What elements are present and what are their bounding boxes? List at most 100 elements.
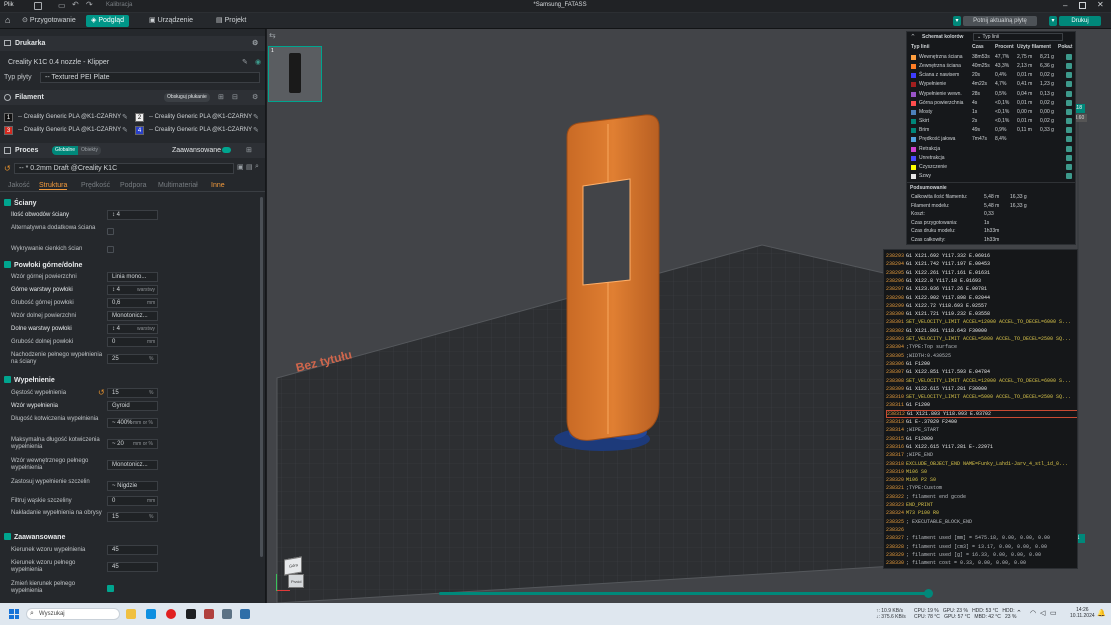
gcode-line[interactable]: 238311 G1 F1200 <box>886 401 1077 409</box>
gcode-line[interactable]: 238300 G1 X121.721 Y119.232 E.03558 <box>886 310 1077 318</box>
redo-icon[interactable]: ↷ <box>86 0 93 9</box>
gcode-line[interactable]: 238296 G1 X122.8 Y117.18 E.01693 <box>886 277 1077 285</box>
slice-plate-button[interactable]: Potnij aktualną płytę <box>963 16 1037 26</box>
home-icon[interactable]: ⌂ <box>5 16 10 25</box>
filament-section-header[interactable]: Filament Obsługuj płukanie ⊞ ⊟ ⚙ <box>0 90 265 105</box>
legend-row[interactable]: Ściana z nawisem 20s 0,4% 0,01 m 0,02 g <box>909 71 1075 80</box>
app-icon-3[interactable] <box>222 609 232 619</box>
calibration-menu[interactable]: Kalibracja <box>106 2 132 8</box>
filament-slot-2[interactable]: 2 -- Creality Generic PLA @K1-CZARNY ✎ <box>135 113 259 123</box>
wifi-icon[interactable]: ◠ <box>1030 610 1036 617</box>
legend-row[interactable]: Wypełnienie wewn. 28s 0,5% 0,04 m 0,13 g <box>909 90 1075 99</box>
infill-direction-input[interactable]: 45 <box>107 545 158 555</box>
bottom-pattern-select[interactable]: Monotonicz... <box>107 311 158 321</box>
show-checkbox[interactable] <box>1066 172 1072 179</box>
file-menu[interactable]: Plik <box>4 2 14 8</box>
wall-loops-input[interactable]: ↕ 4 <box>107 210 158 220</box>
minimize-button[interactable]: – <box>1063 1 1067 10</box>
file-explorer-icon[interactable] <box>126 609 136 619</box>
legend-row[interactable]: Czyszczenie <box>909 163 1075 172</box>
filament-color-swatch[interactable]: 1 <box>4 113 13 122</box>
orca-slicer-icon[interactable] <box>240 609 250 619</box>
gcode-line[interactable]: 238294 G1 X121.742 Y117.197 E.00453 <box>886 260 1077 268</box>
show-checkbox[interactable] <box>1066 72 1072 79</box>
view-cube[interactable]: Góra Przód <box>276 554 310 594</box>
subtab-others[interactable]: Inne <box>211 182 225 189</box>
gcode-line[interactable]: 238325; EXECUTABLE_BLOCK_END <box>886 518 1077 526</box>
edit-filament-icon[interactable]: ✎ <box>122 113 128 121</box>
legend-row[interactable]: Szwy <box>909 172 1075 181</box>
opera-icon[interactable] <box>166 609 176 619</box>
filament-color-swatch[interactable]: 4 <box>135 126 144 135</box>
edit-filament-icon[interactable]: ✎ <box>122 126 128 134</box>
show-checkbox[interactable] <box>1066 54 1072 60</box>
subtab-multimaterial[interactable]: Multimateriał <box>158 182 198 189</box>
filament-settings-icon[interactable]: ⚙ <box>252 90 258 105</box>
solid-infill-direction-input[interactable]: 45 <box>107 562 158 572</box>
gcode-line[interactable]: 238314 ;WIPE_START <box>886 426 1077 434</box>
subtab-strength[interactable]: Struktura <box>39 182 68 190</box>
close-button[interactable]: ✕ <box>1097 0 1104 9</box>
gcode-line[interactable]: 238306 G1 F1200 <box>886 360 1077 368</box>
move-slider[interactable] <box>439 592 927 595</box>
printer-section-header[interactable]: Drukarka ⚙ <box>0 36 265 51</box>
edit-filament-icon[interactable]: ✎ <box>253 126 259 134</box>
infill-pattern-select[interactable]: Gyroid <box>107 401 158 411</box>
gcode-line[interactable]: 238298 G1 X122.902 Y117.898 E.02044 <box>886 294 1077 302</box>
windows-start-icon[interactable] <box>9 609 19 619</box>
slice-options-button[interactable]: ▾ <box>953 16 961 26</box>
print-button[interactable]: Drukuj <box>1059 16 1101 26</box>
view-front[interactable]: Przód <box>288 574 304 588</box>
gcode-line[interactable]: 238319 M106 S0 <box>886 468 1077 476</box>
taskbar-search[interactable]: ⌕ Wyszukaj <box>26 608 120 620</box>
process-settings-icon[interactable]: ⊞ <box>246 143 252 158</box>
gcode-line[interactable]: 238330; filament cost = 0.33, 0.00, 0.00… <box>886 559 1077 567</box>
toggle-thumbnail-icon[interactable]: ⇆ <box>269 31 276 40</box>
global-toggle[interactable]: Globalne <box>52 146 79 155</box>
filament-color-swatch[interactable]: 3 <box>4 126 13 135</box>
tab-project[interactable]: ▤ Projekt <box>211 15 251 27</box>
show-checkbox[interactable] <box>1066 90 1072 97</box>
gcode-line[interactable]: 238304 ;TYPE:Top surface <box>886 343 1077 351</box>
gcode-line[interactable]: 238293 G1 X121.692 Y117.332 E.06016 <box>886 252 1077 260</box>
show-checkbox[interactable] <box>1066 127 1072 134</box>
reset-icon[interactable]: ↺ <box>4 164 11 173</box>
rotate-solid-infill-checkbox[interactable] <box>107 585 114 592</box>
legend-row[interactable]: Skirt 2s <0,1% 0,01 m 0,02 g <box>909 117 1075 126</box>
gcode-line[interactable]: 238310 SET_VELOCITY_LIMIT ACCEL=5000 ACCE… <box>886 393 1077 401</box>
advanced-toggle[interactable] <box>222 147 231 153</box>
search-icon[interactable]: ⌕ <box>255 163 259 171</box>
legend-type-select[interactable]: ⌄ Typ linii <box>973 33 1063 41</box>
legend-row[interactable]: Zewnętrzna ściana 40m25s 43,3% 2,13 m 6,36 g <box>909 62 1075 71</box>
gcode-line[interactable]: 238309 G1 X122.615 Y117.281 F30000 <box>886 385 1077 393</box>
alternate-wall-checkbox[interactable] <box>107 228 114 235</box>
plate-thumbnail[interactable]: 1 <box>268 46 322 102</box>
volume-icon[interactable]: ◁ <box>1040 610 1045 617</box>
subtab-quality[interactable]: Jakość <box>8 182 30 189</box>
gcode-line[interactable]: 238316 G1 X122.615 Y117.281 E-.22971 <box>886 443 1077 451</box>
gcode-line[interactable]: 238327; filament used [mm] = 5475.18, 0.… <box>886 534 1077 542</box>
gcode-line[interactable]: 238315 G1 F12000 <box>886 435 1077 443</box>
plate-type-select[interactable]: -- Textured PEI Plate <box>40 72 260 83</box>
app-icon[interactable] <box>186 609 196 619</box>
gcode-line[interactable]: 238312 G1 X121.803 Y118.093 E.03702 <box>886 409 1077 418</box>
notification-icon[interactable]: 🔔 <box>1097 610 1106 617</box>
printer-select[interactable]: Creality K1C 0.4 nozzle - Klipper <box>4 58 250 69</box>
gcode-line[interactable]: 238318 EXCLUDE_OBJECT_END NAME=Funky_Lahd… <box>886 460 1077 468</box>
gcode-line[interactable]: 238295 G1 X122.261 Y117.161 E.01631 <box>886 269 1077 277</box>
gcode-line[interactable]: 238299 G1 X122.72 Y118.693 E.02557 <box>886 302 1077 310</box>
gcode-line[interactable]: 238305 ;WIDTH:0.430525 <box>886 352 1077 360</box>
sidebar-scrollbar[interactable] <box>260 197 263 557</box>
maximize-button[interactable] <box>1079 2 1086 9</box>
tab-prepare[interactable]: ⊙ Przygotowanie <box>17 15 81 27</box>
tab-device[interactable]: ▣ Urządzenie <box>144 15 198 27</box>
legend-row[interactable]: Prędkość jałowa 7m47s 8,4% <box>909 135 1075 144</box>
gcode-line[interactable]: 238302 G1 X121.801 Y118.643 F30000 <box>886 327 1077 335</box>
tab-preview[interactable]: ◈ Podgląd <box>86 15 130 27</box>
gcode-line[interactable]: 238303 SET_VELOCITY_LIMIT ACCEL=5000 ACCE… <box>886 335 1077 343</box>
collapse-icon[interactable]: ⌃ <box>910 33 916 41</box>
print-options-button[interactable]: ▾ <box>1049 16 1057 26</box>
gcode-line[interactable]: 238328; filament used [cm3] = 13.17, 0.0… <box>886 543 1077 551</box>
subtab-support[interactable]: Podpora <box>120 182 146 189</box>
gcode-line[interactable]: 238326 <box>886 526 1077 534</box>
